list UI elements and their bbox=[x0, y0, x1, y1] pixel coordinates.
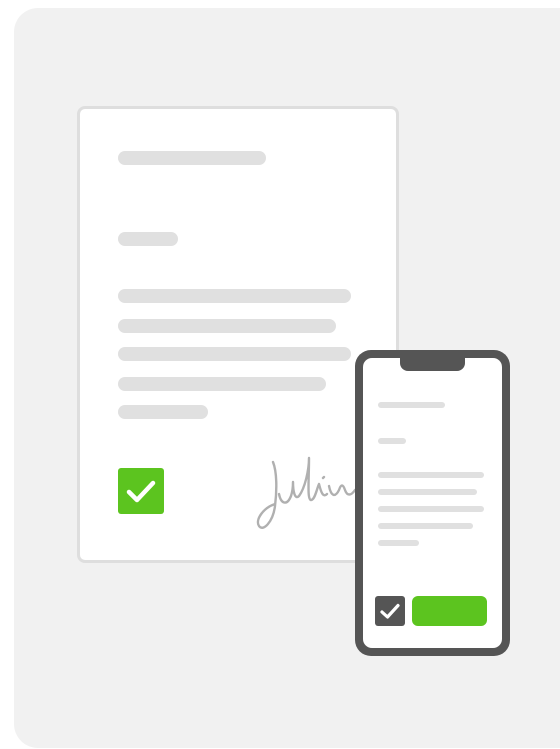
document-text-line bbox=[118, 319, 336, 333]
checkmark-icon bbox=[380, 603, 400, 619]
phone-text-line bbox=[378, 489, 477, 495]
signature-icon bbox=[256, 456, 357, 529]
phone-sign-button[interactable] bbox=[412, 596, 487, 626]
phone-text-line bbox=[378, 523, 473, 529]
phone-device bbox=[355, 350, 510, 656]
document-title-line bbox=[118, 151, 266, 165]
phone-text-line bbox=[378, 472, 484, 478]
phone-checkbox[interactable] bbox=[375, 596, 405, 626]
phone-text-line bbox=[378, 540, 419, 546]
document-text-line bbox=[118, 347, 351, 361]
document-subheading-line bbox=[118, 232, 178, 246]
document-checkbox[interactable] bbox=[118, 468, 164, 514]
phone-subheading-line bbox=[378, 438, 406, 444]
document-text-line bbox=[118, 377, 326, 391]
checkmark-icon bbox=[126, 480, 156, 503]
e-signature-illustration bbox=[0, 0, 560, 749]
phone-notch bbox=[400, 358, 465, 371]
document-text-line bbox=[118, 405, 208, 419]
phone-title-line bbox=[378, 402, 445, 408]
phone-screen bbox=[363, 358, 502, 648]
phone-text-line bbox=[378, 506, 484, 512]
document-text-line bbox=[118, 289, 351, 303]
